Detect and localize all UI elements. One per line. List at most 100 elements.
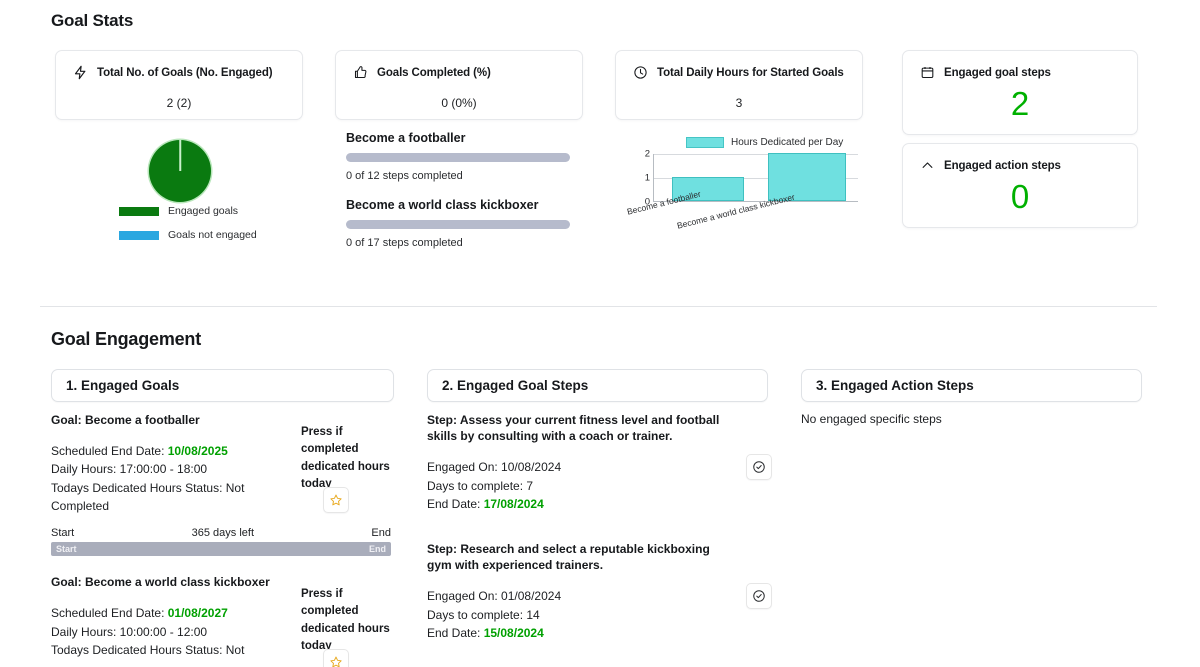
hours-dedicated-bar-chart: Hours Dedicated per Day 2 1 0 Become a f… <box>624 137 869 252</box>
days-to-complete-row: Days to complete: 7 <box>427 478 534 493</box>
stat-card-label: Goals Completed (%) <box>377 66 491 79</box>
engaged-goal-step-details: Step: Research and select a reputable ki… <box>427 541 727 642</box>
step-end-date-row: End Date: 17/08/2024 <box>427 495 727 513</box>
goal-engagement-title: Goal Engagement <box>51 329 202 349</box>
stat-card-header: Engaged action steps <box>903 144 1137 173</box>
press-if-completed-note: Press if completed dedicated hours today <box>301 426 390 490</box>
legend-label-hours: Hours Dedicated per Day <box>731 137 844 148</box>
lightning-icon <box>73 65 88 80</box>
engaged-goal-meta: Scheduled End Date: 01/08/2027 Daily Hou… <box>51 604 291 659</box>
engaged-goal-item: Goal: Become a footballer Scheduled End … <box>51 412 401 557</box>
scheduled-end-date-row: Scheduled End Date: 10/08/2025 <box>51 442 291 460</box>
step-end-date-label: End Date: <box>427 496 484 511</box>
scheduled-end-date-value: 01/08/2027 <box>167 606 228 621</box>
stat-card-value: 3 <box>735 96 743 110</box>
ytick-1: 1 <box>644 172 650 184</box>
no-engaged-steps-message: No engaged specific steps <box>801 412 942 426</box>
stat-card-total-goals: Total No. of Goals (No. Engaged) 2 (2) <box>55 50 303 120</box>
goal-steps-progress-list: Become a footballer 0 of 12 steps comple… <box>346 131 596 249</box>
stat-card-value: 0 <box>1010 178 1030 215</box>
engaged-goal-title: Goal: Become a world class kickboxer <box>51 575 270 590</box>
stat-card-engaged-action-steps: Engaged action steps 0 <box>902 143 1138 228</box>
stat-card-label: Total No. of Goals (No. Engaged) <box>97 66 273 79</box>
timeline-end-label: End <box>371 527 391 540</box>
engaged-action-steps-column: No engaged specific steps <box>801 412 1142 426</box>
chevron-up-icon <box>920 158 935 173</box>
engaged-goal-steps-column: Step: Assess your current fitness level … <box>427 412 772 648</box>
engaged-goal-details: Goal: Become a world class kickboxer Sch… <box>51 574 291 659</box>
timeline-days-left-label: 365 days left <box>191 527 255 540</box>
engaged-goal-step-item: Step: Assess your current fitness level … <box>427 412 772 513</box>
engaged-on-row: Engaged On: 10/08/2024 <box>427 460 562 475</box>
engaged-goal-details: Goal: Become a footballer Scheduled End … <box>51 412 291 515</box>
clock-icon <box>633 65 648 80</box>
stat-card-header: Engaged goal steps <box>903 51 1137 80</box>
tab-engaged-goals[interactable]: 1. Engaged Goals <box>51 369 394 402</box>
step-end-date-row: End Date: 15/08/2024 <box>427 624 727 642</box>
legend-swatch-engaged <box>119 206 159 216</box>
stat-card-total-daily-hours: Total Daily Hours for Started Goals 3 <box>615 50 863 120</box>
stat-card-label: Total Daily Hours for Started Goals <box>657 66 844 79</box>
mark-hours-complete-button[interactable] <box>323 487 349 513</box>
stat-card-value: 0 (0%) <box>441 96 477 110</box>
scheduled-end-date-value: 10/08/2025 <box>167 444 228 459</box>
goal-timeline-bar: Start End <box>51 542 391 557</box>
engaged-goal-step-meta: Engaged On: 10/08/2024 Days to complete:… <box>427 458 727 513</box>
stat-card-header: Total Daily Hours for Started Goals <box>616 51 862 80</box>
goal-progress-bar <box>346 153 570 162</box>
engaged-goal-step-title: Step: Research and select a reputable ki… <box>427 542 710 573</box>
legend-label-engaged: Engaged goals <box>168 205 239 217</box>
days-to-complete-row: Days to complete: 14 <box>427 607 540 622</box>
timeline-bar-end-label: End <box>369 544 386 555</box>
goal-stats-title: Goal Stats <box>51 11 134 30</box>
press-if-completed-note: Press if completed dedicated hours today <box>301 588 390 652</box>
legend-swatch-hours <box>686 137 724 148</box>
engaged-on-row: Engaged On: 01/08/2024 <box>427 589 562 604</box>
daily-hours-row: Daily Hours: 10:00:00 - 12:00 <box>51 624 208 639</box>
engaged-goals-pie-chart: Engaged goals Goals not engaged <box>55 130 303 250</box>
stat-card-goals-completed: Goals Completed (%) 0 (0%) <box>335 50 583 120</box>
stat-card-value: 2 <box>1010 85 1030 122</box>
timeline-bar-start-label: Start <box>56 544 77 555</box>
engaged-goal-item: Goal: Become a world class kickboxer Sch… <box>51 574 401 667</box>
todays-status-row: Todays Dedicated Hours Status: Not Compl… <box>51 480 245 513</box>
pie-legend-engaged: Engaged goals <box>119 205 238 217</box>
engaged-goal-step-title: Step: Assess your current fitness level … <box>427 413 720 444</box>
engaged-goal-step-item: Step: Research and select a reputable ki… <box>427 541 772 642</box>
pie-slice-engaged <box>149 140 211 202</box>
legend-label-not-engaged: Goals not engaged <box>168 229 257 241</box>
pie-slice-divider <box>179 140 181 171</box>
timeline-start-label: Start <box>51 527 75 540</box>
todays-status-row: Todays Dedicated Hours Status: Not <box>51 642 245 657</box>
engaged-goals-column: Goal: Become a footballer Scheduled End … <box>51 412 401 667</box>
engaged-goal-step-details: Step: Assess your current fitness level … <box>427 412 727 513</box>
scheduled-end-date-label: Scheduled End Date: <box>51 606 168 621</box>
stat-card-label: Engaged goal steps <box>944 66 1051 79</box>
stat-card-label: Engaged action steps <box>944 159 1061 172</box>
bar-kickboxer <box>768 153 846 201</box>
tab-engaged-goal-steps[interactable]: 2. Engaged Goal Steps <box>427 369 768 402</box>
goal-progress-title: Become a world class kickboxer <box>346 198 539 212</box>
step-end-date-label: End Date: <box>427 625 484 640</box>
stat-card-header: Total No. of Goals (No. Engaged) <box>56 51 302 80</box>
pie-legend-not-engaged: Goals not engaged <box>119 229 257 241</box>
legend-swatch-not-engaged <box>119 230 159 240</box>
ytick-2: 2 <box>644 148 650 160</box>
bar-chart-legend: Hours Dedicated per Day <box>686 137 843 148</box>
step-end-date-value: 15/08/2024 <box>483 625 544 640</box>
goal-progress-item: Become a world class kickboxer 0 of 17 s… <box>346 198 596 249</box>
daily-hours-row: Daily Hours: 17:00:00 - 18:00 <box>51 462 208 477</box>
stat-card-header: Goals Completed (%) <box>336 51 582 80</box>
dashboard-page: Goal Stats Total No. of Goals (No. Engag… <box>0 0 1200 667</box>
thumbs-up-icon <box>353 65 368 80</box>
tab-engaged-action-steps[interactable]: 3. Engaged Action Steps <box>801 369 1142 402</box>
engaged-goal-title: Goal: Become a footballer <box>51 413 200 427</box>
goal-timeline-labels: Start 365 days left End <box>51 527 391 539</box>
complete-step-button[interactable] <box>746 583 772 610</box>
scheduled-end-date-label: Scheduled End Date: <box>51 444 168 459</box>
engaged-goal-meta: Scheduled End Date: 10/08/2025 Daily Hou… <box>51 442 291 515</box>
goal-timeline: Start 365 days left End Start End <box>51 527 391 557</box>
mark-hours-complete-button[interactable] <box>323 649 349 667</box>
goal-progress-steps-text: 0 of 17 steps completed <box>346 237 463 249</box>
complete-step-button[interactable] <box>746 454 772 480</box>
